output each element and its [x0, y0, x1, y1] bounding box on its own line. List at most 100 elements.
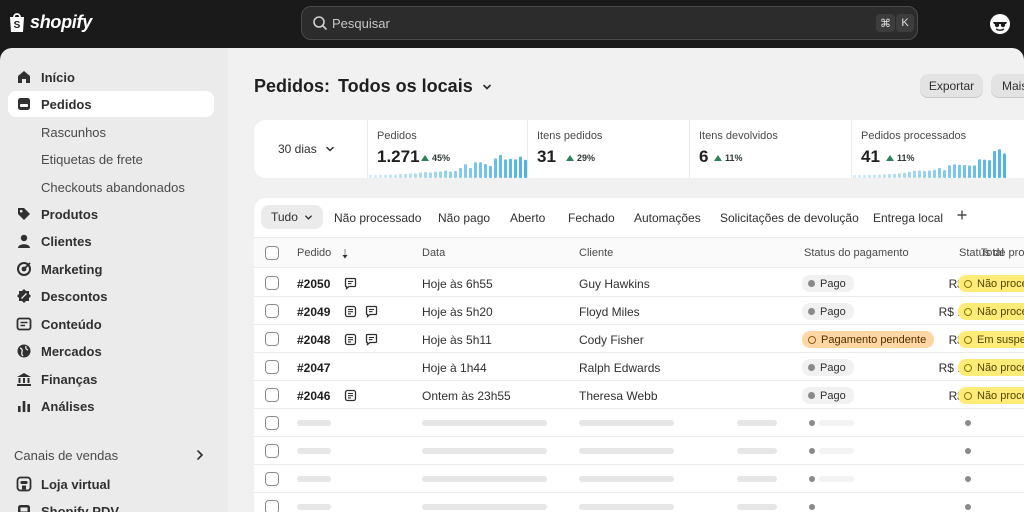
skeleton-bar: [422, 420, 547, 426]
skeleton-bar: [297, 476, 331, 482]
badge-label: Não processado: [977, 305, 1024, 318]
bank-icon: [17, 373, 31, 386]
tab-unfulfilled[interactable]: Não processado: [334, 211, 421, 225]
user-avatar-icon[interactable]: [989, 13, 1011, 35]
payment-status-badge: Pagamento pendente: [802, 331, 935, 348]
row-checkbox[interactable]: [265, 360, 279, 374]
sort-icon[interactable]: [341, 248, 349, 260]
tab-local-delivery[interactable]: Entrega local: [873, 211, 943, 225]
table-row[interactable]: #2049 Hoje às 5h20 Floyd Miles R$ 1.977,…: [254, 297, 1024, 325]
sidebar-item-marketing[interactable]: Marketing: [8, 256, 214, 282]
period-selector[interactable]: 30 dias: [278, 142, 335, 156]
sparkline-bar: [953, 164, 956, 178]
chevron-right-icon[interactable]: [195, 449, 205, 461]
status-ring-icon: [808, 335, 816, 344]
search-icon: [313, 16, 327, 30]
fulfillment-status-badge: Não processado: [958, 359, 1024, 376]
skeleton-dot: [965, 504, 971, 510]
stat-label: Pedidos: [377, 130, 417, 142]
row-checkbox[interactable]: [265, 416, 279, 430]
shopify-logo[interactable]: S shopify: [8, 11, 92, 33]
tab-closed[interactable]: Fechado: [568, 211, 615, 225]
table-row[interactable]: #2047 Hoje à 1h44 Ralph Edwards R$ 1.977…: [254, 353, 1024, 381]
table-row[interactable]: #2050 Hoje às 6h55 Guy Hawkins R$ 493,99…: [254, 269, 1024, 297]
sidebar-item-label: Pedidos: [41, 97, 92, 112]
sidebar-subitem-abandoned-checkouts[interactable]: Checkouts abandonados: [41, 180, 185, 195]
sidebar-item-markets[interactable]: Mercados: [8, 338, 214, 364]
stat-items-returned[interactable]: Itens devolvidos 6 11%: [689, 120, 851, 178]
tab-open[interactable]: Aberto: [510, 211, 545, 225]
search-bar[interactable]: ⌘ K: [301, 6, 918, 40]
sidebar-item-analytics[interactable]: Análises: [8, 393, 214, 419]
comment-icon: [365, 333, 378, 346]
order-number[interactable]: #2046: [297, 389, 330, 403]
column-fulfillment-status[interactable]: Status de processamento: [959, 247, 1024, 259]
export-button[interactable]: Exportar: [920, 74, 983, 98]
skeleton-dot: [809, 504, 815, 510]
row-checkbox[interactable]: [265, 304, 279, 318]
more-actions-button[interactable]: Mais ações: [991, 74, 1024, 98]
row-checkbox[interactable]: [265, 500, 279, 512]
sparkline-bar: [888, 174, 891, 178]
sidebar-item-orders[interactable]: Pedidos: [8, 91, 214, 117]
order-number[interactable]: #2048: [297, 333, 330, 347]
tab-automations[interactable]: Automações: [634, 211, 701, 225]
column-payment-status[interactable]: Status do pagamento: [804, 247, 909, 259]
stat-orders-fulfilled[interactable]: Pedidos processados 41 11%: [851, 120, 1021, 178]
stat-items-ordered[interactable]: Itens pedidos 31 29%: [527, 120, 689, 178]
trend-value: 29%: [577, 153, 596, 163]
trend-up-icon: [566, 155, 574, 161]
badge-label: Pago: [820, 305, 846, 318]
tab-unpaid[interactable]: Não pago: [438, 211, 490, 225]
row-checkbox[interactable]: [265, 472, 279, 486]
tab-return-requests[interactable]: Solicitações de devolução: [720, 211, 859, 225]
sidebar-item-products[interactable]: Produtos: [8, 201, 214, 227]
stat-orders[interactable]: Pedidos 1.271 45%: [367, 120, 527, 178]
sparkline-bar: [414, 173, 417, 178]
sparkline-bar: [903, 172, 906, 178]
sidebar-item-customers[interactable]: Clientes: [8, 228, 214, 254]
sidebar-subitem-drafts[interactable]: Rascunhos: [41, 125, 106, 140]
sidebar-item-discounts[interactable]: Descontos: [8, 283, 214, 309]
column-date[interactable]: Data: [422, 247, 445, 259]
order-number[interactable]: #2049: [297, 305, 330, 319]
order-number[interactable]: #2047: [297, 361, 330, 375]
sidebar-item-online-store[interactable]: Loja virtual: [8, 471, 214, 497]
sparkline-bar: [379, 174, 382, 178]
sidebar-item-content[interactable]: Conteúdo: [8, 311, 214, 337]
sparkline-bar: [464, 164, 467, 178]
row-checkbox[interactable]: [265, 332, 279, 346]
add-tab-icon[interactable]: [956, 209, 968, 221]
skeleton-bar: [297, 448, 331, 454]
skeleton-row: [254, 493, 1024, 512]
sidebar-item-label: Loja virtual: [41, 477, 111, 492]
column-customer[interactable]: Cliente: [579, 247, 613, 259]
status-dot-icon: [808, 364, 815, 371]
sidebar-item-pos[interactable]: Shopify PDV: [8, 498, 214, 512]
sparkline-bar: [479, 162, 482, 178]
sidebar-subitem-shipping-labels[interactable]: Etiquetas de frete: [41, 152, 143, 167]
sparkline-bar: [404, 173, 407, 178]
search-input[interactable]: [332, 13, 852, 33]
skeleton-bar: [737, 448, 777, 454]
skeleton-dot: [809, 420, 815, 426]
chevron-down-icon[interactable]: [481, 81, 493, 93]
table-row[interactable]: #2046 Ontem às 23h55 Theresa Webb R$ 493…: [254, 381, 1024, 409]
row-checkbox[interactable]: [265, 444, 279, 458]
sparkline-bar: [399, 173, 402, 178]
sales-channels-title: Canais de vendas: [14, 448, 119, 463]
tab-all[interactable]: Tudo: [261, 205, 323, 229]
sparkline-bar: [369, 175, 372, 178]
sidebar-item-home[interactable]: Início: [8, 64, 214, 90]
column-order[interactable]: Pedido: [297, 247, 331, 259]
row-checkbox[interactable]: [265, 388, 279, 402]
order-number[interactable]: #2050: [297, 277, 330, 291]
sparkline-bar: [474, 162, 477, 178]
select-all-checkbox[interactable]: [265, 246, 279, 260]
payment-status-badge: Pago: [802, 303, 854, 320]
table-row[interactable]: #2048 Hoje às 5h11 Cody Fisher R$ 493,99…: [254, 325, 1024, 353]
sidebar-item-label: Início: [41, 70, 75, 85]
sidebar-item-finances[interactable]: Finanças: [8, 366, 214, 392]
location-selector[interactable]: Todos os locais: [338, 76, 473, 97]
row-checkbox[interactable]: [265, 276, 279, 290]
